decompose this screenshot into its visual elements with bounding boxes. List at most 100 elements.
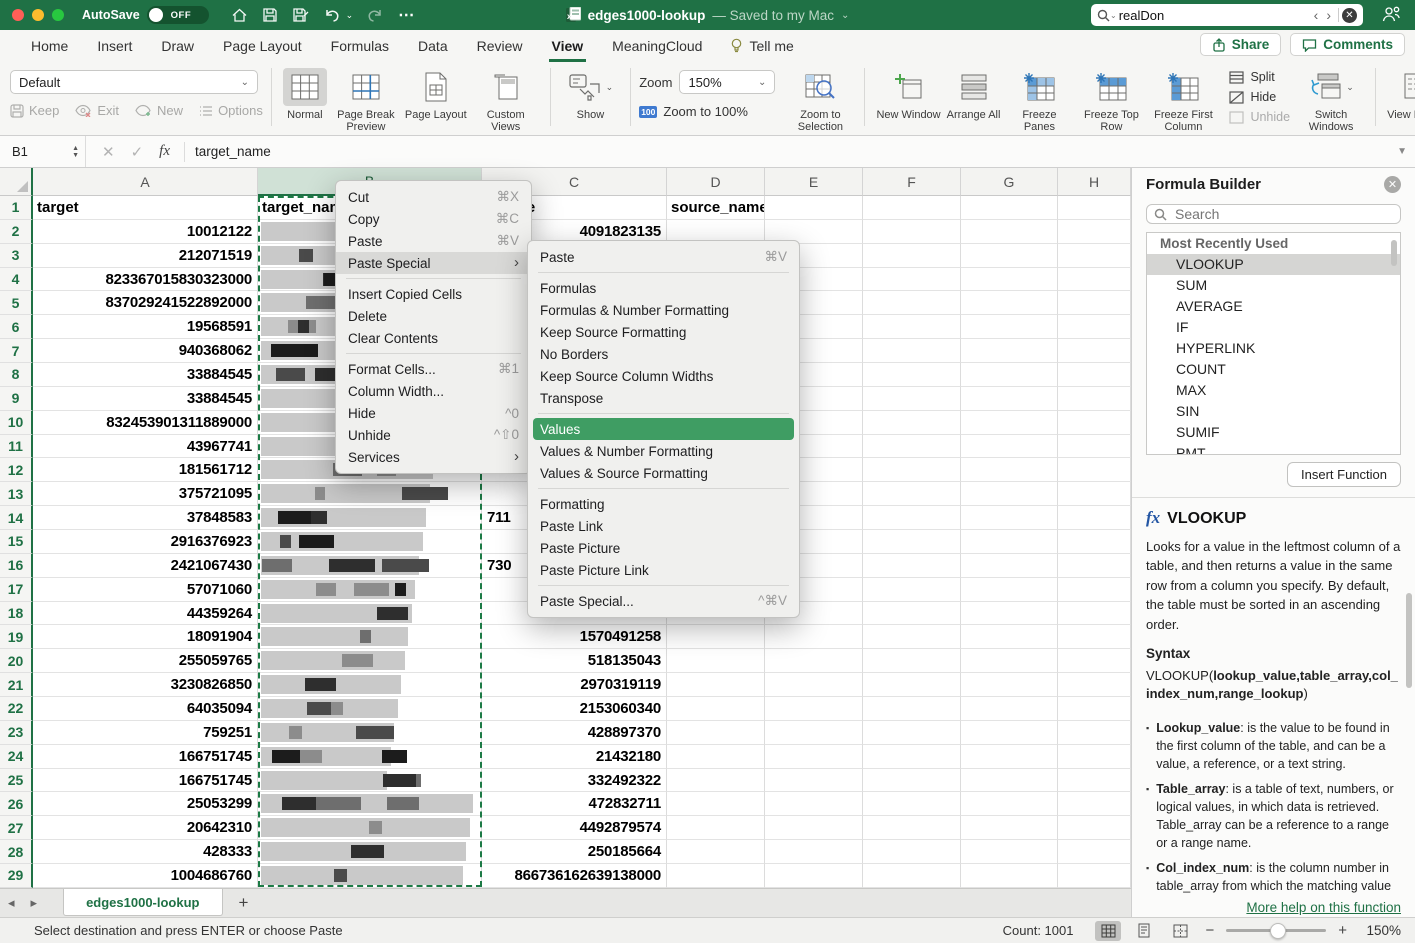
menu-item-delete[interactable]: Delete <box>336 305 531 327</box>
cell-g18[interactable] <box>961 602 1058 626</box>
zoom-to-100-button[interactable]: 100 Zoom to 100% <box>639 104 775 119</box>
switch-windows-button[interactable]: ⌄ Switch Windows <box>1298 68 1364 133</box>
cell-f20[interactable] <box>863 649 961 673</box>
zoom-in-button[interactable]: + <box>1336 922 1349 939</box>
menu-item-values[interactable]: Values <box>533 418 794 440</box>
menu-item-keep-source-column-widths[interactable]: Keep Source Column Widths <box>528 365 799 387</box>
comments-button[interactable]: Comments <box>1290 33 1405 56</box>
minimize-window-button[interactable] <box>32 9 44 21</box>
cell-b26[interactable] <box>258 792 482 816</box>
more-help-link[interactable]: More help on this function <box>1246 900 1401 915</box>
cell-g28[interactable] <box>961 840 1058 864</box>
column-header-f[interactable]: F <box>863 168 961 196</box>
fullscreen-window-button[interactable] <box>52 9 64 21</box>
tab-insert[interactable]: Insert <box>96 32 133 60</box>
cell-d25[interactable] <box>667 769 765 793</box>
cell-f5[interactable] <box>863 291 961 315</box>
cell-e25[interactable] <box>765 769 863 793</box>
cell-b19[interactable] <box>258 625 482 649</box>
cell-e20[interactable] <box>765 649 863 673</box>
cell-h5[interactable] <box>1058 291 1131 315</box>
cell-f16[interactable] <box>863 554 961 578</box>
exit-sheet-view-button[interactable]: Exit <box>75 103 119 118</box>
cell-g11[interactable] <box>961 435 1058 459</box>
menu-item-unhide[interactable]: Unhide^⇧0 <box>336 424 531 446</box>
menu-item-cut[interactable]: Cut⌘X <box>336 186 531 208</box>
menu-item-paste-picture-link[interactable]: Paste Picture Link <box>528 559 799 581</box>
cell-a10[interactable]: 832453901311889000 <box>33 411 258 435</box>
cell-f10[interactable] <box>863 411 961 435</box>
function-item-if[interactable]: IF <box>1147 317 1400 338</box>
menu-item-keep-source-formatting[interactable]: Keep Source Formatting <box>528 321 799 343</box>
cell-a29[interactable]: 1004686760 <box>33 864 258 888</box>
cell-f6[interactable] <box>863 315 961 339</box>
cell-g19[interactable] <box>961 625 1058 649</box>
cell-g4[interactable] <box>961 268 1058 292</box>
row-header-4[interactable]: 4 <box>0 268 33 292</box>
cell-h16[interactable] <box>1058 554 1131 578</box>
cell-b13[interactable] <box>258 482 482 506</box>
freeze-top-row-button[interactable]: Freeze Top Row <box>1078 68 1144 133</box>
cell-a19[interactable]: 18091904 <box>33 625 258 649</box>
keep-sheet-view-button[interactable]: Keep <box>10 103 59 118</box>
cell-a15[interactable]: 2916376923 <box>33 530 258 554</box>
column-header-e[interactable]: E <box>765 168 863 196</box>
insert-function-button[interactable]: Insert Function <box>1287 462 1401 487</box>
cell-f24[interactable] <box>863 745 961 769</box>
cell-g29[interactable] <box>961 864 1058 888</box>
menu-item-paste-picture[interactable]: Paste Picture <box>528 537 799 559</box>
freeze-panes-button[interactable]: Freeze Panes <box>1006 68 1072 133</box>
page-layout-view-ribbon-button[interactable]: Page Layout <box>405 68 467 133</box>
cell-h18[interactable] <box>1058 602 1131 626</box>
cell-h10[interactable] <box>1058 411 1131 435</box>
add-sheet-button[interactable]: + <box>223 893 265 913</box>
cell-e24[interactable] <box>765 745 863 769</box>
cell-c27[interactable]: 4492879574 <box>482 816 667 840</box>
autosave-toggle[interactable]: OFF <box>147 6 209 24</box>
tab-data[interactable]: Data <box>417 32 449 60</box>
cell-d24[interactable] <box>667 745 765 769</box>
new-window-button[interactable]: New Window <box>876 68 940 133</box>
active-sheet-tab[interactable]: edges1000-lookup <box>63 889 222 916</box>
function-item-average[interactable]: AVERAGE <box>1147 296 1400 317</box>
cell-h2[interactable] <box>1058 220 1131 244</box>
zoom-to-selection-button[interactable]: Zoom to Selection <box>787 68 853 133</box>
row-header-21[interactable]: 21 <box>0 673 33 697</box>
cell-a24[interactable]: 166751745 <box>33 745 258 769</box>
cell-e29[interactable] <box>765 864 863 888</box>
cell-d26[interactable] <box>667 792 765 816</box>
tab-draw[interactable]: Draw <box>160 32 195 60</box>
cell-g21[interactable] <box>961 673 1058 697</box>
cell-f26[interactable] <box>863 792 961 816</box>
cell-a26[interactable]: 25053299 <box>33 792 258 816</box>
row-header-6[interactable]: 6 <box>0 315 33 339</box>
row-header-10[interactable]: 10 <box>0 411 33 435</box>
cell-f1[interactable] <box>863 196 961 220</box>
share-people-icon[interactable] <box>1381 5 1401 24</box>
cell-d28[interactable] <box>667 840 765 864</box>
cell-h29[interactable] <box>1058 864 1131 888</box>
row-header-15[interactable]: 15 <box>0 530 33 554</box>
row-header-17[interactable]: 17 <box>0 578 33 602</box>
cell-g10[interactable] <box>961 411 1058 435</box>
cell-a14[interactable]: 37848583 <box>33 506 258 530</box>
freeze-first-column-button[interactable]: Freeze First Column <box>1150 68 1216 133</box>
cell-f28[interactable] <box>863 840 961 864</box>
row-header-24[interactable]: 24 <box>0 745 33 769</box>
close-panel-icon[interactable]: ✕ <box>1384 176 1401 193</box>
menu-item-values-source-formatting[interactable]: Values & Source Formatting <box>528 462 799 484</box>
show-dropdown[interactable]: ⌄ Show <box>562 68 620 121</box>
cell-h27[interactable] <box>1058 816 1131 840</box>
cell-g1[interactable] <box>961 196 1058 220</box>
more-toolbar-commands-icon[interactable]: ⋯ <box>398 5 415 25</box>
cell-c23[interactable]: 428897370 <box>482 721 667 745</box>
cell-g22[interactable] <box>961 697 1058 721</box>
row-header-22[interactable]: 22 <box>0 697 33 721</box>
search-next-icon[interactable]: › <box>1322 5 1335 25</box>
row-header-2[interactable]: 2 <box>0 220 33 244</box>
cell-a27[interactable]: 20642310 <box>33 816 258 840</box>
cell-c21[interactable]: 2970319119 <box>482 673 667 697</box>
cell-f14[interactable] <box>863 506 961 530</box>
cell-a16[interactable]: 2421067430 <box>33 554 258 578</box>
cell-a5[interactable]: 837029241522892000 <box>33 291 258 315</box>
